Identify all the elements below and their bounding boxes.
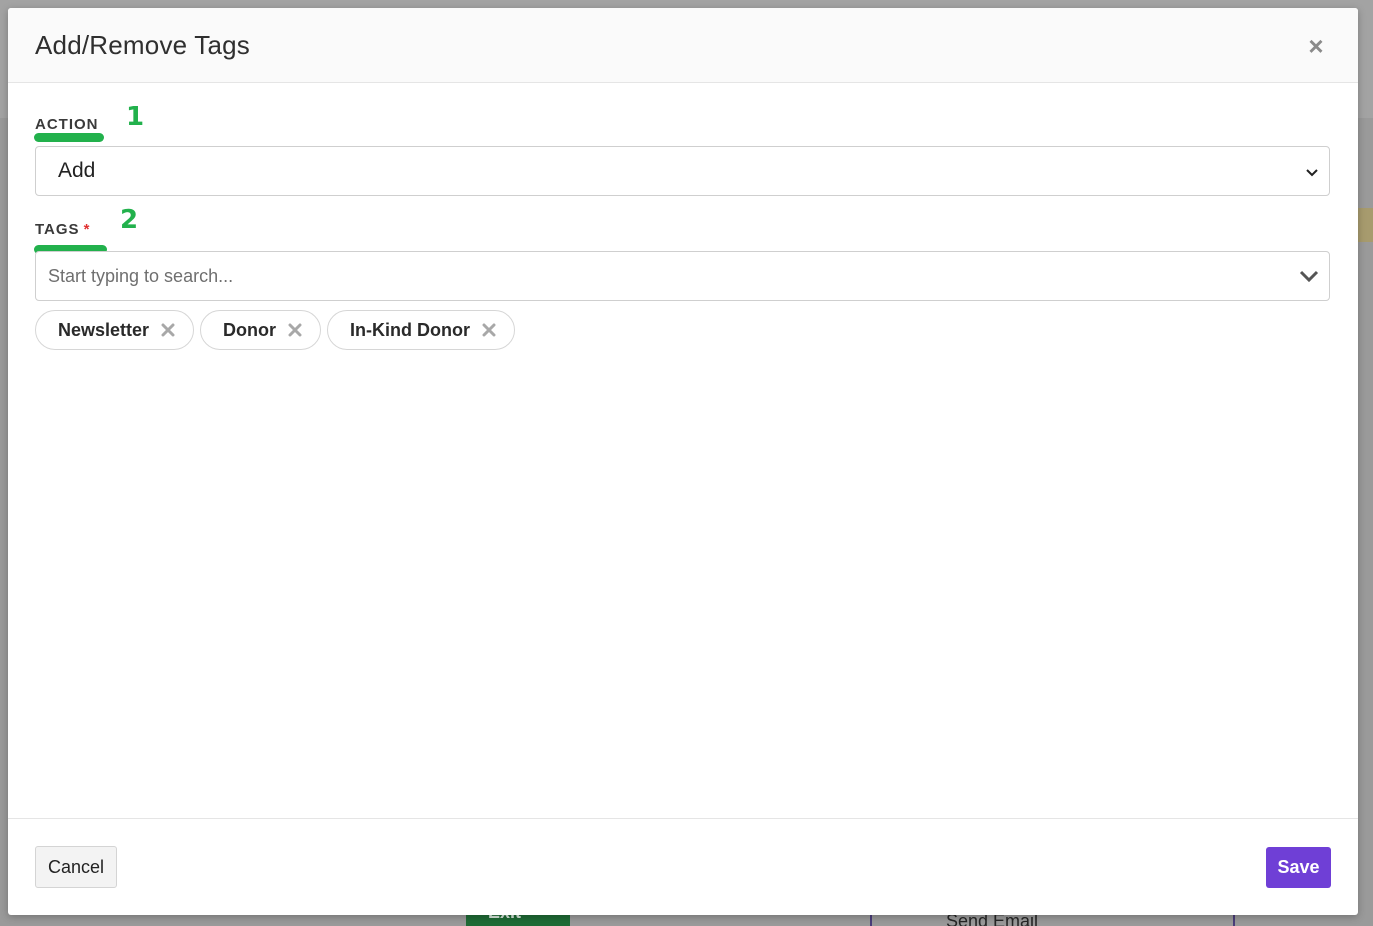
annotation-marker-2: 2	[120, 205, 139, 235]
selected-tags-list: Newsletter Donor In-Kind Donor	[35, 310, 516, 350]
action-label: ACTION	[35, 116, 99, 133]
remove-tag-icon[interactable]	[159, 321, 177, 339]
modal-header: Add/Remove Tags ×	[8, 8, 1358, 83]
tag-chip: Donor	[200, 310, 322, 350]
tags-search-box[interactable]	[35, 251, 1330, 301]
chevron-down-icon[interactable]	[1299, 269, 1319, 288]
modal-footer: Cancel Save	[8, 818, 1358, 915]
remove-tag-icon[interactable]	[480, 321, 498, 339]
tag-label: In-Kind Donor	[350, 319, 471, 340]
background-badge	[1358, 208, 1373, 242]
tag-chip: In-Kind Donor	[327, 310, 516, 350]
action-label-text: ACTION	[35, 116, 99, 133]
tags-label-text: TAGS	[35, 221, 80, 238]
action-select[interactable]: Add	[35, 146, 1330, 196]
required-indicator: *	[83, 221, 91, 238]
tag-label: Newsletter	[58, 319, 150, 340]
tags-label: TAGS *	[35, 221, 90, 238]
close-icon: ×	[1308, 31, 1324, 61]
tag-label: Donor	[223, 319, 277, 340]
save-button[interactable]: Save	[1266, 847, 1331, 888]
remove-tag-icon[interactable]	[286, 321, 304, 339]
annotation-marker-1: 1	[126, 102, 145, 132]
tags-search-input[interactable]	[48, 252, 1288, 300]
modal-title: Add/Remove Tags	[35, 30, 250, 60]
chevron-down-icon	[1305, 165, 1319, 183]
annotation-underline-1	[34, 133, 104, 142]
tag-chip: Newsletter	[35, 310, 195, 350]
cancel-button[interactable]: Cancel	[35, 846, 117, 888]
close-button[interactable]: ×	[1302, 32, 1330, 60]
action-select-value: Add	[58, 159, 96, 182]
add-remove-tags-dialog: Add/Remove Tags × ACTION 1 Add TAGS* 2	[8, 8, 1358, 915]
